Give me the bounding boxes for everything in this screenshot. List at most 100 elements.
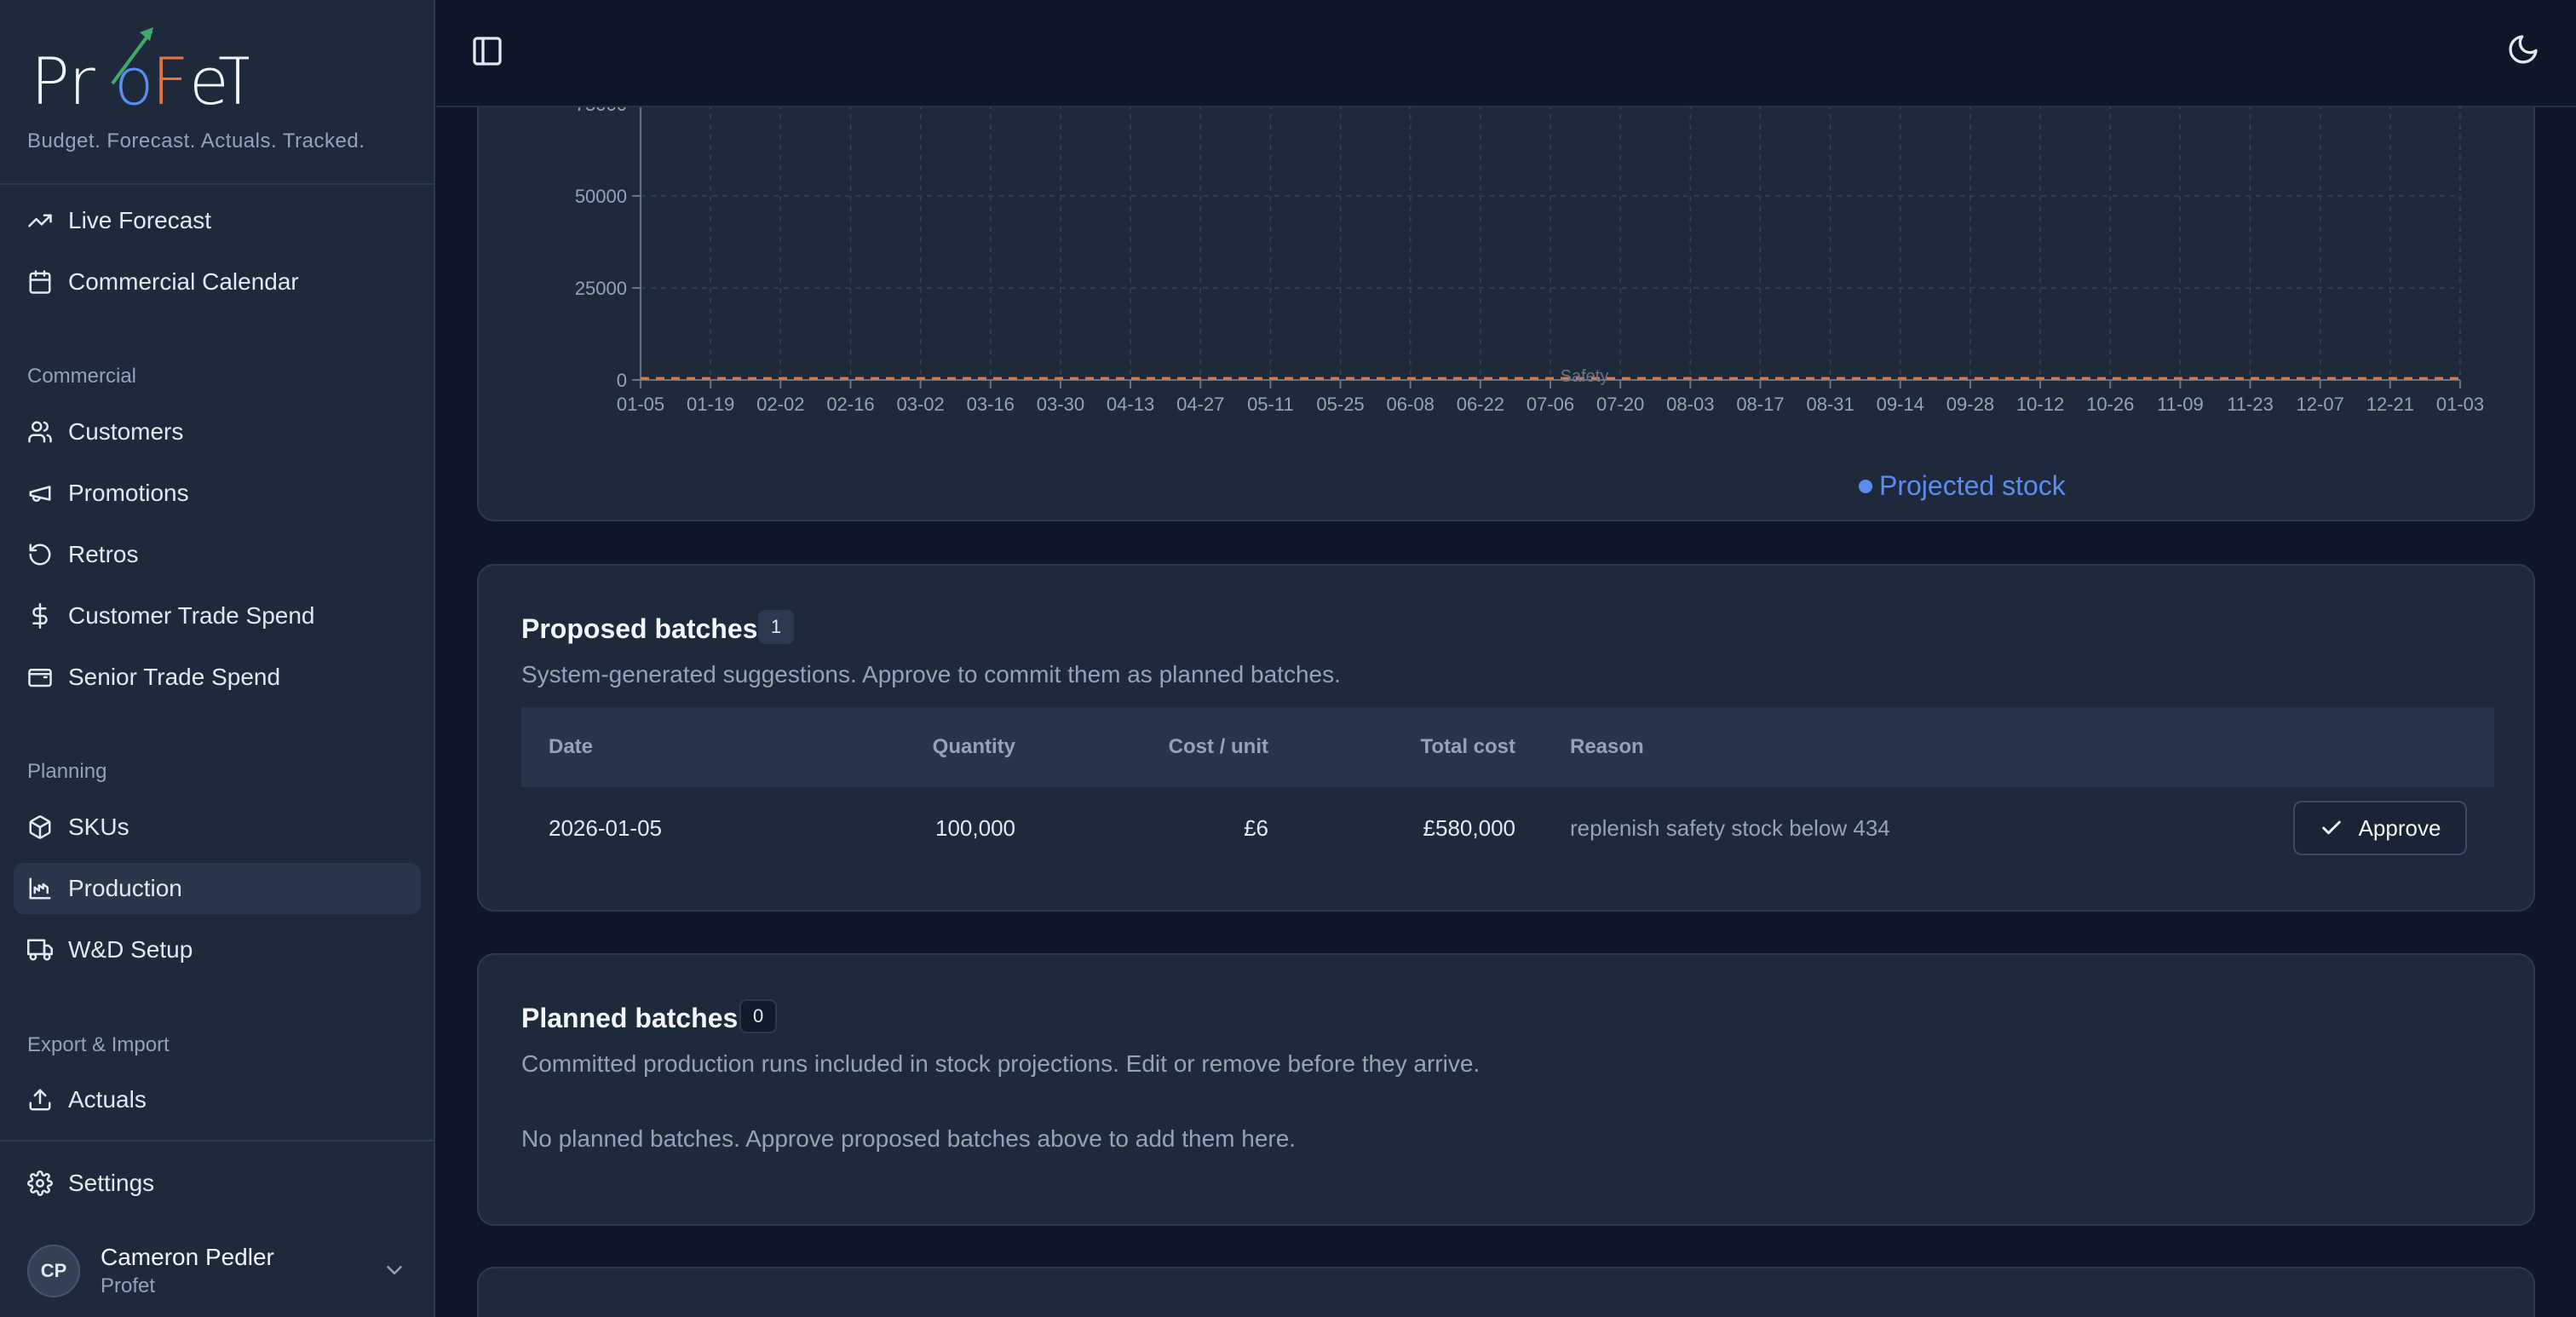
sidebar-item-promotions[interactable]: Promotions [14, 468, 421, 519]
user-name: Cameron Pedler [101, 1244, 274, 1270]
sidebar-item-settings[interactable]: Settings [14, 1158, 421, 1209]
sidebar-item-production[interactable]: Production [14, 863, 421, 914]
check-icon [2321, 820, 2341, 835]
cell-date: 2026-01-05 [549, 814, 662, 841]
sidebar-item-label: Production [68, 875, 182, 901]
cell-total: £580,000 [1423, 814, 1515, 841]
x-tick-label: 02-16 [826, 394, 874, 415]
x-tick-label: 09-28 [1946, 394, 1994, 415]
planned-batches-description: Committed production runs included in st… [521, 1050, 1481, 1077]
safety-reference-label: Safety [1561, 367, 1609, 386]
gear-icon [27, 1170, 53, 1196]
x-tick-label: 03-16 [967, 394, 1015, 415]
x-tick-label: 08-17 [1736, 394, 1784, 415]
sidebar-item-label: Customers [68, 418, 184, 445]
legend-label: Projected stock [1879, 470, 2066, 501]
x-tick-label: 03-02 [896, 394, 944, 415]
x-tick-label: 08-03 [1666, 394, 1714, 415]
package-icon [27, 814, 53, 840]
sidebar-item-retros[interactable]: Retros [14, 529, 421, 580]
approve-button-label: Approve [2358, 814, 2441, 841]
upload-icon [27, 1087, 53, 1113]
avatar: CP [27, 1245, 80, 1297]
x-tick-label: 05-11 [1247, 394, 1294, 415]
sidebar-item-live-forecast[interactable]: Live Forecast [14, 195, 421, 246]
sidebar-toggle-icon[interactable] [470, 34, 504, 68]
rotate-ccw-icon [27, 542, 53, 567]
section-label-export-import: Export & Import [27, 1033, 170, 1056]
proposed-count-badge: 1 [758, 610, 794, 644]
column-header-quantity[interactable]: Quantity [837, 735, 1015, 759]
section-label-planning: Planning [27, 760, 107, 783]
planned-batches-title: Planned batches [521, 1003, 739, 1033]
sidebar-item-customer-trade-spend[interactable]: Customer Trade Spend [14, 590, 421, 641]
x-tick-label: 01-19 [687, 394, 734, 415]
sidebar-item-label: SKUs [68, 814, 129, 840]
sidebar-item-label: Senior Trade Spend [68, 664, 281, 690]
cell-quantity: 100,000 [935, 814, 1015, 841]
moon-icon[interactable] [2506, 32, 2540, 66]
x-tick-label: 01-03 [2436, 394, 2484, 415]
sidebar-item-actuals[interactable]: Actuals [14, 1074, 421, 1125]
megaphone-icon [27, 480, 53, 506]
proposed-batches-card: Proposed batches 1 System-generated sugg… [477, 564, 2535, 912]
proposed-batches-title: Proposed batches [521, 613, 758, 644]
next-card [477, 1267, 2535, 1317]
user-org: Profet [101, 1274, 156, 1297]
user-menu[interactable]: CP Cameron Pedler Profet [14, 1237, 421, 1305]
topbar [436, 0, 2576, 107]
sidebar-item-label: Customer Trade Spend [68, 602, 315, 629]
column-header-total[interactable]: Total cost [1268, 735, 1515, 759]
sidebar-item-label: Commercial Calendar [68, 268, 299, 295]
sidebar-item-label: Actuals [68, 1086, 147, 1113]
x-tick-label: 06-22 [1457, 394, 1504, 415]
table-header: Date Quantity Cost / unit Total cost Rea… [521, 707, 2494, 787]
sidebar-item-wd-setup[interactable]: W&D Setup [14, 924, 421, 975]
sidebar-item-label: Settings [68, 1170, 155, 1196]
x-tick-label: 12-21 [2366, 394, 2414, 415]
column-header-reason[interactable]: Reason [1515, 735, 2494, 759]
column-header-date[interactable]: Date [521, 735, 837, 759]
approve-button[interactable]: Approve [2293, 801, 2467, 855]
users-icon [27, 419, 53, 445]
x-tick-label: 07-06 [1527, 394, 1574, 415]
trending-up-icon [27, 208, 53, 233]
x-tick-label: 08-31 [1806, 394, 1854, 415]
column-header-cost[interactable]: Cost / unit [1015, 735, 1268, 759]
proposed-batches-description: System-generated suggestions. Approve to… [521, 661, 1341, 687]
y-tick-label: 25000 [575, 278, 627, 299]
sidebar-item-senior-trade-spend[interactable]: Senior Trade Spend [14, 652, 421, 703]
x-tick-label: 11-23 [2227, 394, 2274, 415]
sidebar-item-commercial-calendar[interactable]: Commercial Calendar [14, 256, 421, 308]
y-tick-label: 0 [617, 370, 627, 391]
stock-chart: 025000500007500001-0501-1902-0202-1603-0… [575, 94, 2484, 415]
y-tick-label: 50000 [575, 186, 627, 207]
sidebar-item-skus[interactable]: SKUs [14, 802, 421, 853]
truck-icon [27, 937, 53, 963]
sidebar-item-label: W&D Setup [68, 936, 193, 963]
sidebar-item-label: Live Forecast [68, 207, 212, 233]
planned-batches-empty-state: No planned batches. Approve proposed bat… [521, 1125, 1297, 1152]
chart-legend[interactable]: Projected stock [1859, 470, 2066, 502]
svg-text:F: F [152, 43, 189, 109]
sidebar-item-customers[interactable]: Customers [14, 406, 421, 457]
brand-logo[interactable]: Pr o F eT [27, 24, 249, 109]
x-tick-label: 07-20 [1596, 394, 1644, 415]
x-tick-label: 04-13 [1107, 394, 1154, 415]
cell-cost: £6 [1244, 814, 1268, 841]
sidebar: Pr o F eT Budget. Forecast. Actuals. Tra… [0, 0, 435, 1317]
svg-text:Pr: Pr [31, 43, 95, 109]
table-row: 2026-01-05 100,000 £6 £580,000 replenish… [521, 787, 2494, 869]
proposed-batches-table: Date Quantity Cost / unit Total cost Rea… [521, 707, 2494, 869]
chevron-down-icon [387, 1266, 402, 1274]
x-tick-label: 10-12 [2016, 394, 2064, 415]
x-tick-label: 12-07 [2297, 394, 2344, 415]
x-tick-label: 04-27 [1176, 394, 1224, 415]
x-tick-label: 02-02 [756, 394, 804, 415]
wallet-icon [27, 664, 53, 690]
x-tick-label: 03-30 [1037, 394, 1084, 415]
x-tick-label: 06-08 [1387, 394, 1435, 415]
x-tick-label: 01-05 [617, 394, 664, 415]
sidebar-item-label: Retros [68, 541, 139, 567]
brand-tagline: Budget. Forecast. Actuals. Tracked. [27, 129, 365, 152]
